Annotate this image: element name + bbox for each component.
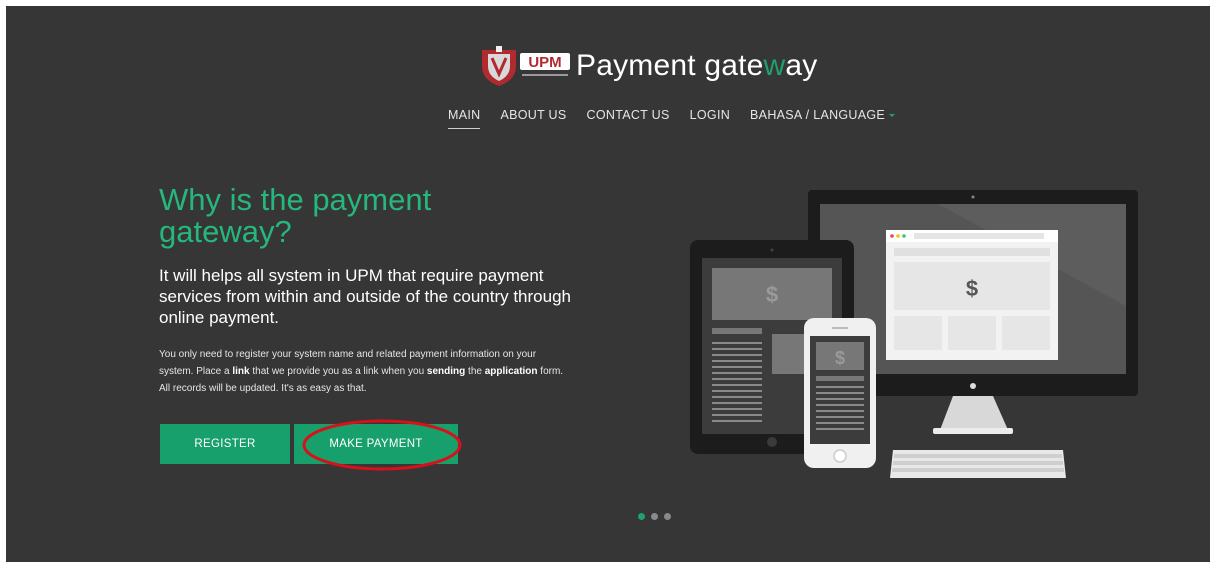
monitor-dollar-icon: $ xyxy=(966,276,978,301)
hero-description: You only need to register your system na… xyxy=(159,349,564,394)
site-title: Payment gateway xyxy=(576,49,818,82)
nav-login[interactable]: LOGIN xyxy=(680,107,740,123)
main-nav: MAIN ABOUT US CONTACT US LOGIN BAHASA / … xyxy=(438,107,905,129)
hero-section: UPM Payment gateway MAIN ABOUT US CONTAC… xyxy=(6,6,1210,562)
phone-dollar-icon: $ xyxy=(835,348,845,368)
phone-illustration: $ xyxy=(804,318,876,468)
keyboard-illustration xyxy=(890,450,1066,478)
carousel-dot-2[interactable] xyxy=(651,513,658,520)
nav-language-dropdown[interactable]: BAHASA / LANGUAGE xyxy=(740,107,905,123)
hero-subhead: It will helps all system in UPM that req… xyxy=(159,266,571,327)
tablet-dollar-icon: $ xyxy=(766,282,778,307)
devices-illustration: $ $ $ xyxy=(690,190,1138,478)
carousel-dot-3[interactable] xyxy=(664,513,671,520)
nav-main[interactable]: MAIN xyxy=(438,107,490,129)
nav-language-label: BAHASA / LANGUAGE xyxy=(750,108,886,122)
upm-logo: UPM xyxy=(482,46,570,86)
red-circle-annotation xyxy=(302,419,462,471)
hero-headline: Why is the payment gateway? xyxy=(159,182,432,249)
carousel-indicators xyxy=(638,513,671,520)
register-button[interactable]: REGISTER xyxy=(160,424,290,464)
logo-text: UPM xyxy=(528,54,561,71)
brand-header: UPM Payment gateway xyxy=(478,44,817,88)
nav-about-us[interactable]: ABOUT US xyxy=(490,107,576,123)
caret-down-icon xyxy=(889,114,896,118)
nav-contact-us[interactable]: CONTACT US xyxy=(577,107,680,123)
carousel-dot-1[interactable] xyxy=(638,513,645,520)
